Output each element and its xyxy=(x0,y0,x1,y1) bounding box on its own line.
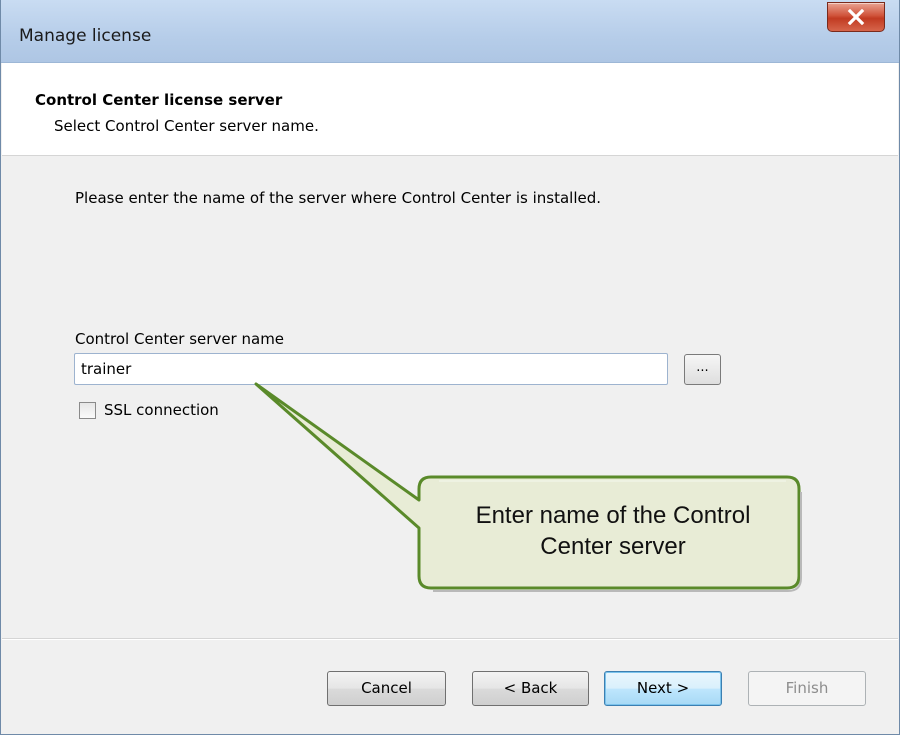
callout-graphic xyxy=(254,382,802,592)
callout-line-1: Enter name of the Control xyxy=(475,502,751,529)
manage-license-dialog: Manage license Control Center license se… xyxy=(0,0,900,735)
callout-line-2: Center server xyxy=(540,533,686,560)
footer-divider-highlight xyxy=(2,639,898,640)
finish-button[interactable]: Finish xyxy=(748,671,866,706)
back-button[interactable]: < Back xyxy=(472,671,589,706)
callout-text: Enter name of the Control Center server xyxy=(423,500,803,562)
next-button[interactable]: Next > xyxy=(604,671,722,706)
cancel-button[interactable]: Cancel xyxy=(327,671,446,706)
